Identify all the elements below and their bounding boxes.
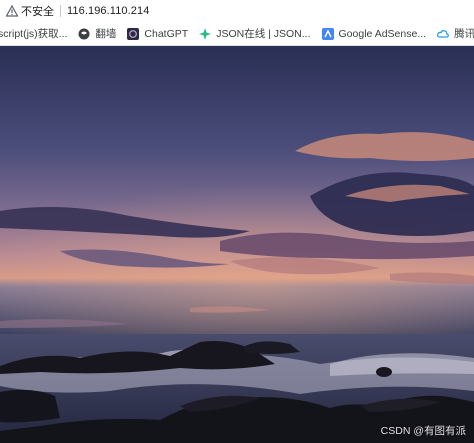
bookmark-label: 腾讯云-轻量级服务... [454,28,474,40]
json-icon [199,27,212,40]
watermark-text: CSDN @有图有派 [380,425,466,437]
bookmark-chatgpt[interactable]: ChatGPT [127,27,189,40]
security-status-label[interactable]: 不安全 [21,3,54,19]
bookmark-tencent-cloud[interactable]: 腾讯云-轻量级服务... [437,26,474,41]
seascape-photo: CSDN @有图有派 [0,46,474,443]
bookmark-adsense[interactable]: Google AdSense... [321,27,427,40]
adsense-icon [321,27,334,40]
seascape-image [0,46,474,443]
bookmark-label: JSON在线 | JSON... [216,28,311,40]
address-divider [60,5,61,17]
bookmark-label: Google AdSense... [338,27,427,40]
warning-icon[interactable] [6,5,18,17]
bookmark-label: ChatGPT [144,27,189,40]
bookmark-label: 翻墙 [95,28,117,40]
url-text[interactable]: 116.196.110.214 [67,5,149,17]
globe-icon [78,28,90,39]
bookmark-json[interactable]: JSON在线 | JSON... [199,26,311,41]
bookmarks-bar: script(js)获取... 翻墙 ChatGPT JSON在线 | JSON… [0,22,474,46]
bookmark-script[interactable]: script(js)获取... [0,26,67,41]
bookmark-label: script(js)获取... [0,28,68,40]
chatgpt-icon [127,27,140,40]
cloud-icon [437,29,449,38]
address-bar[interactable]: 不安全 116.196.110.214 [0,0,474,22]
bookmark-fanqiang[interactable]: 翻墙 [78,26,116,41]
